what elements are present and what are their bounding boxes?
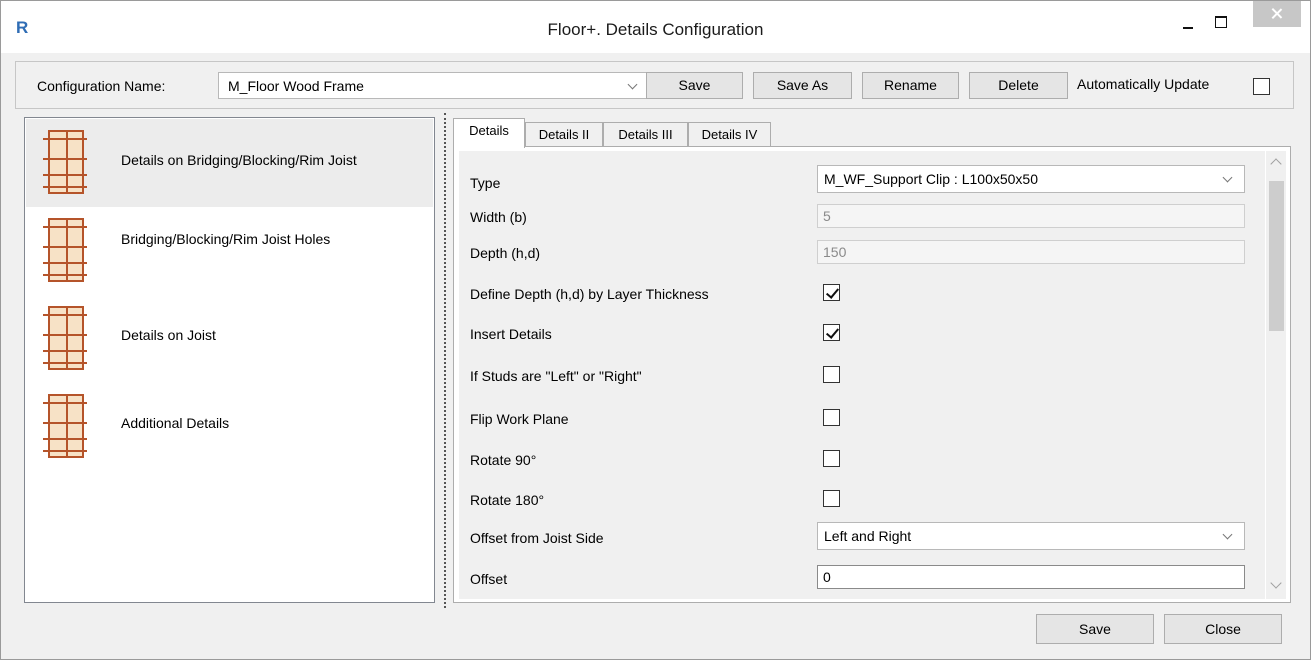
property-scrollbar[interactable] [1266,151,1286,599]
offset-label: Offset [470,571,508,587]
config-rename-button[interactable]: Rename [862,72,959,99]
width-field[interactable]: 5 [817,204,1245,228]
tab-details-iii[interactable]: Details III [603,122,688,147]
list-item-label: Bridging/Blocking/Rim Joist Holes [121,231,331,247]
type-label: Type [470,175,501,191]
auto-update-label: Automatically Update [1077,76,1210,92]
configuration-group: Configuration Name: M_Floor Wood Frame S… [15,61,1294,109]
tab-details-iv[interactable]: Details IV [688,122,771,147]
configuration-name-select[interactable]: M_Floor Wood Frame [218,72,648,99]
detail-category-list: Details on Bridging/Blocking/Rim Joist B… [24,117,435,603]
offset-field[interactable]: 0 [817,565,1245,589]
scroll-thumb[interactable] [1269,181,1284,331]
window-title: Floor+. Details Configuration [547,20,764,39]
list-item-details-on-bridging[interactable]: Details on Bridging/Blocking/Rim Joist [26,119,433,207]
insert-details-label: Insert Details [470,326,552,342]
offset-side-select[interactable]: Left and Right [817,522,1245,550]
rotate-90-checkbox[interactable] [823,450,840,467]
flip-work-plane-checkbox[interactable] [823,409,840,426]
chevron-down-icon [1222,172,1233,183]
list-item-label: Details on Joist [121,327,216,343]
list-item-label: Additional Details [121,415,230,431]
close-window-button[interactable] [1253,1,1301,27]
close-button[interactable]: Close [1164,614,1282,644]
scroll-up-icon[interactable] [1270,158,1282,170]
list-item-bridging-holes[interactable]: Bridging/Blocking/Rim Joist Holes [26,207,433,295]
offset-side-label: Offset from Joist Side [470,530,604,546]
save-button[interactable]: Save [1036,614,1154,644]
chevron-down-icon [1222,529,1233,540]
type-value: M_WF_Support Clip : L100x50x50 [824,171,1038,187]
details-config-window: R Floor+. Details Configuration Configur… [0,0,1311,660]
configuration-name-value: M_Floor Wood Frame [228,78,364,94]
maximize-button[interactable] [1205,11,1235,33]
insert-details-checkbox[interactable] [823,324,840,341]
floor-frame-icon [43,130,87,194]
config-save-button[interactable]: Save [646,72,743,99]
property-grid: Type M_WF_Support Clip : L100x50x50 Widt… [459,151,1265,599]
type-select[interactable]: M_WF_Support Clip : L100x50x50 [817,165,1245,193]
config-save-as-button[interactable]: Save As [753,72,852,99]
offset-side-value: Left and Right [824,528,912,544]
floor-frame-icon [43,306,87,370]
list-item-label: Details on Bridging/Blocking/Rim Joist [121,152,357,168]
minimize-button[interactable] [1173,11,1203,33]
depth-field[interactable]: 150 [817,240,1245,264]
rotate-90-label: Rotate 90° [470,452,537,468]
width-label: Width (b) [470,209,527,225]
chevron-down-icon [627,79,638,90]
studs-left-right-checkbox[interactable] [823,366,840,383]
flip-work-plane-label: Flip Work Plane [470,411,569,427]
title-bar: R Floor+. Details Configuration [1,1,1310,53]
list-item-details-on-joist[interactable]: Details on Joist [26,295,433,383]
define-depth-checkbox[interactable] [823,284,840,301]
define-depth-label: Define Depth (h,d) by Layer Thickness [470,286,709,302]
config-delete-button[interactable]: Delete [969,72,1068,99]
configuration-name-label: Configuration Name: [37,78,166,94]
list-item-additional-details[interactable]: Additional Details [26,383,433,471]
tab-details-ii[interactable]: Details II [525,122,603,147]
scroll-down-icon[interactable] [1270,577,1282,589]
panel-splitter[interactable] [444,113,446,608]
depth-label: Depth (h,d) [470,245,541,261]
auto-update-checkbox[interactable] [1253,78,1270,95]
rotate-180-label: Rotate 180° [470,492,545,508]
rotate-180-checkbox[interactable] [823,490,840,507]
tab-details[interactable]: Details [453,118,525,148]
floor-frame-icon [43,394,87,458]
details-tab-panel: Type M_WF_Support Clip : L100x50x50 Widt… [453,146,1291,603]
floor-frame-icon [43,218,87,282]
studs-left-right-label: If Studs are "Left" or "Right" [470,368,642,384]
